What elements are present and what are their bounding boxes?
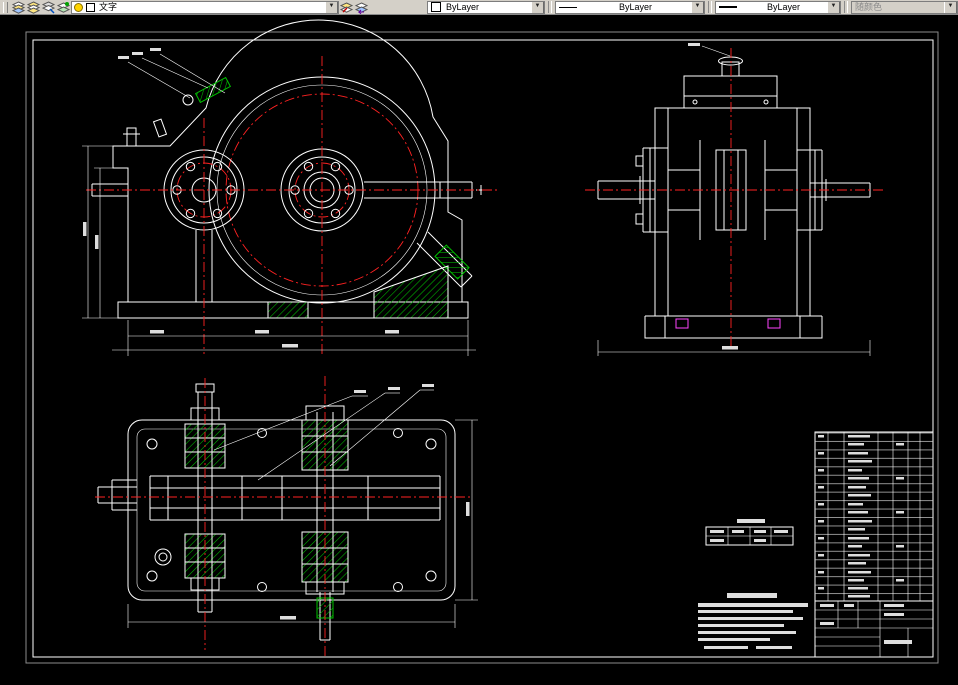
layer-properties-manager-button[interactable] bbox=[11, 0, 26, 14]
model-space-canvas[interactable] bbox=[0, 15, 958, 680]
layer-states-icon bbox=[27, 0, 40, 14]
technical-notes bbox=[698, 593, 808, 649]
layers-icon bbox=[12, 0, 25, 14]
title-block bbox=[815, 600, 933, 657]
current-linetype: ByLayer bbox=[618, 1, 653, 12]
layer-filter-icon bbox=[42, 0, 55, 14]
side-view bbox=[585, 43, 885, 356]
toolbar-separator bbox=[708, 1, 712, 13]
layer-dropdown[interactable]: 文字 ▼ bbox=[71, 0, 339, 14]
chevron-down-icon[interactable]: ▼ bbox=[325, 1, 338, 13]
front-view bbox=[82, 19, 500, 356]
layer-filter-button[interactable] bbox=[41, 0, 56, 14]
toolbar-separator bbox=[548, 1, 552, 13]
layer-previous-button[interactable] bbox=[354, 0, 369, 14]
layer-color-icon bbox=[86, 2, 95, 12]
make-object-layer-current-button[interactable] bbox=[339, 0, 354, 14]
layer-make-current-button[interactable] bbox=[56, 0, 71, 14]
lineweight-sample-icon bbox=[719, 6, 737, 8]
current-color: ByLayer bbox=[446, 1, 480, 12]
plan-view bbox=[95, 376, 478, 656]
toolbar-separator bbox=[844, 1, 848, 13]
chevron-down-icon[interactable]: ▼ bbox=[827, 1, 840, 13]
linetype-dropdown[interactable]: ByLayer ▼ bbox=[555, 0, 705, 14]
object-layer-icon bbox=[340, 1, 353, 13]
chevron-down-icon[interactable]: ▼ bbox=[691, 1, 704, 13]
toolbar-spacer bbox=[369, 1, 427, 14]
gear-parameter-table bbox=[705, 519, 794, 546]
drawing-svg bbox=[25, 19, 939, 664]
current-lineweight: ByLayer bbox=[766, 1, 801, 12]
chevron-down-icon[interactable]: ▼ bbox=[531, 1, 544, 13]
sheet-frame bbox=[25, 31, 939, 664]
make-current-icon bbox=[57, 1, 70, 13]
plotstyle-dropdown: 随颜色 ▼ bbox=[851, 0, 958, 14]
color-swatch-icon bbox=[431, 2, 441, 12]
chevron-down-icon: ▼ bbox=[944, 1, 957, 13]
layer-states-manager-button[interactable] bbox=[26, 0, 41, 14]
layer-previous-icon bbox=[355, 1, 368, 14]
current-plotstyle: 随颜色 bbox=[855, 1, 883, 12]
color-dropdown[interactable]: ByLayer ▼ bbox=[427, 0, 545, 14]
toolbar-grip[interactable] bbox=[3, 1, 8, 13]
lineweight-dropdown[interactable]: ByLayer ▼ bbox=[715, 0, 841, 14]
layer-on-icon bbox=[74, 2, 83, 12]
current-layer-name: 文字 bbox=[99, 1, 118, 12]
linetype-sample-icon bbox=[559, 6, 577, 8]
top-toolbar: 文字 ▼ ByLayer ▼ ByLayer ▼ ByLayer ▼ 随颜色 ▼ bbox=[0, 0, 958, 15]
